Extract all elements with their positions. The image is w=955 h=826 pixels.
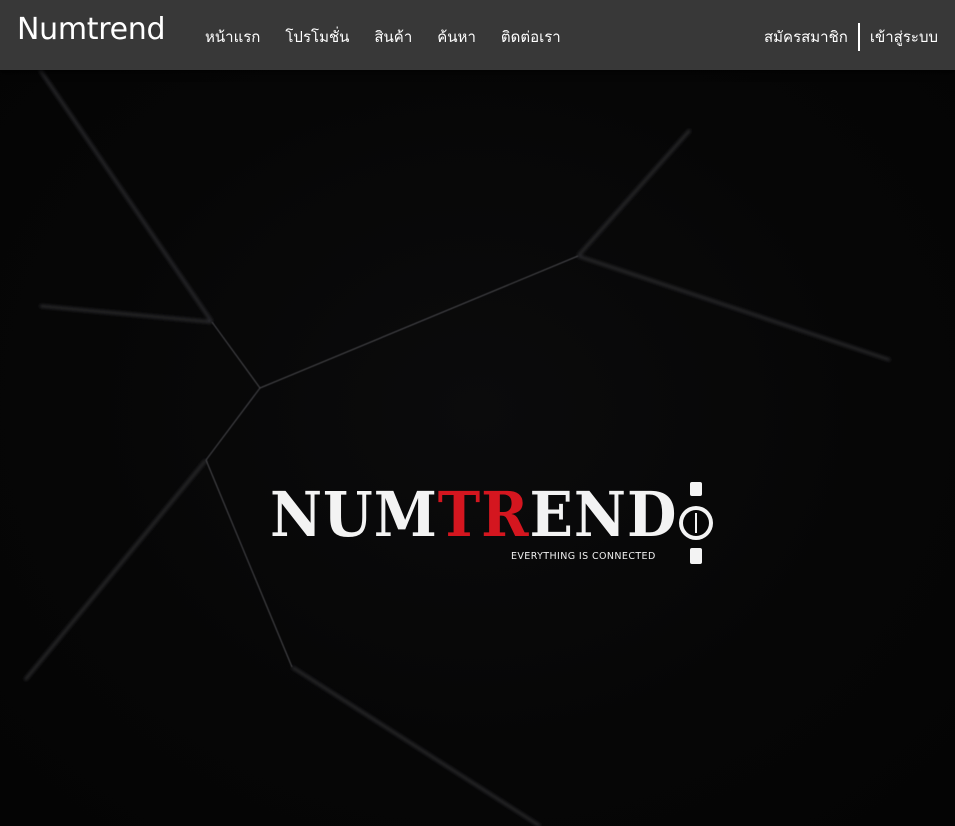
logo-word-part-tr: TR xyxy=(437,478,530,551)
register-link[interactable]: สมัครสมาชิก xyxy=(764,27,848,47)
login-link[interactable]: เข้าสู่ระบบ xyxy=(870,27,938,47)
nav-link-contact[interactable]: ติดต่อเรา xyxy=(501,27,561,47)
nav-divider xyxy=(857,23,860,51)
brand-link[interactable]: Numtrend xyxy=(17,12,166,48)
hero-banner: NUMTREND EVERYTHING IS CONNECTED xyxy=(0,70,955,826)
logo-wordmark: NUMTREND xyxy=(270,480,677,550)
nav-link-promotions[interactable]: โปรโมชั่น xyxy=(285,27,349,47)
nav-links: หน้าแรก โปรโมชั่น สินค้า ค้นหา ติดต่อเรา xyxy=(205,0,561,70)
nav-link-search[interactable]: ค้นหา xyxy=(437,27,476,47)
logo-word-part-num: NUM xyxy=(270,478,438,551)
cracked-glass-background xyxy=(23,70,891,826)
nav-link-home[interactable]: หน้าแรก xyxy=(205,27,260,47)
watch-icon xyxy=(679,482,713,564)
nav-link-products[interactable]: สินค้า xyxy=(374,27,412,47)
top-navbar: Numtrend หน้าแรก โปรโมชั่น สินค้า ค้นหา … xyxy=(0,0,955,70)
numtrend-logo: NUMTREND EVERYTHING IS CONNECTED xyxy=(270,480,715,570)
account-links: สมัครสมาชิก เข้าสู่ระบบ xyxy=(764,0,938,70)
logo-word-part-end: END xyxy=(529,478,678,551)
logo-tagline: EVERYTHING IS CONNECTED xyxy=(511,551,656,562)
